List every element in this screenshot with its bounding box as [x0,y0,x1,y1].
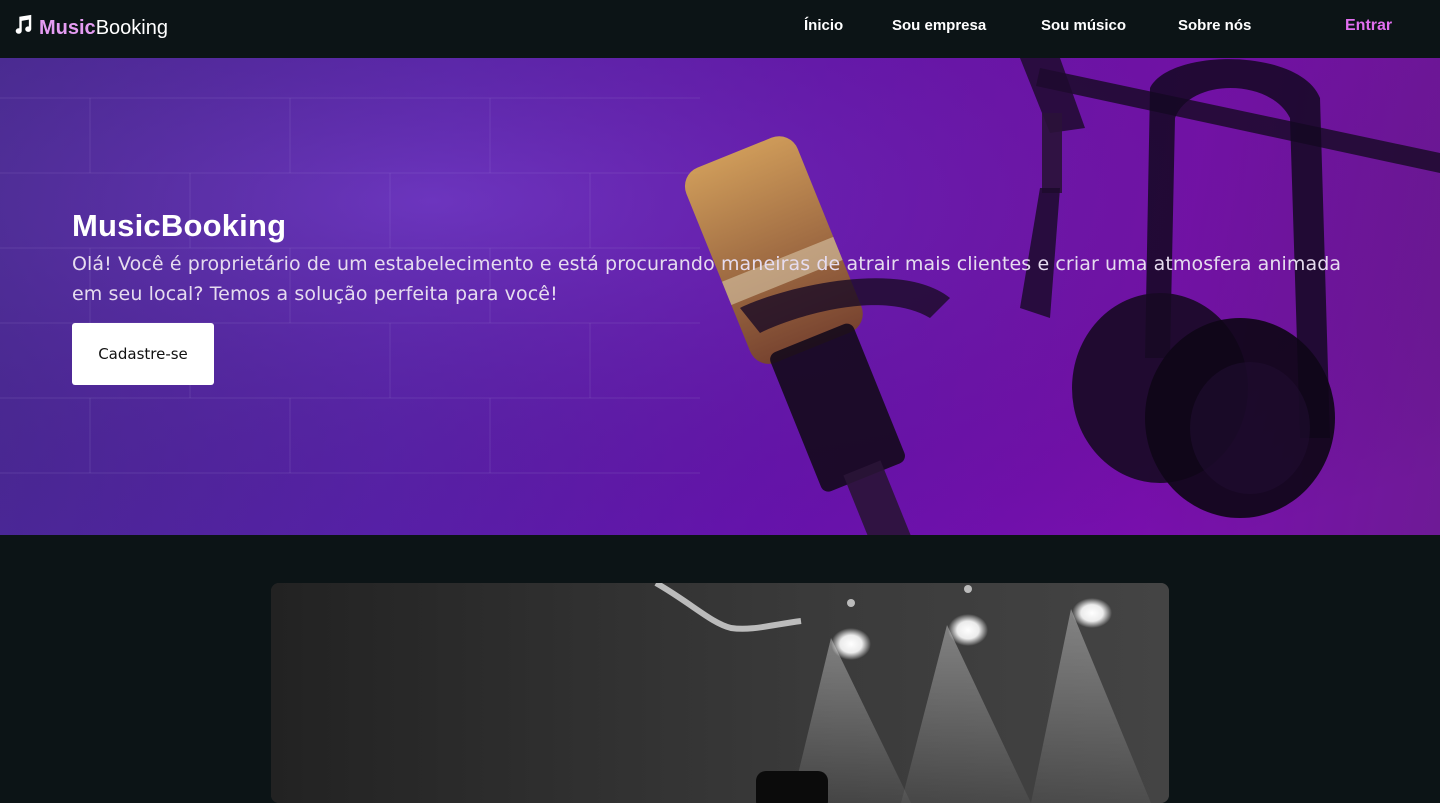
hero-title: MusicBooking [72,208,287,243]
nav-link-sobre-nos[interactable]: Sobre nós [1178,17,1251,34]
navbar: Music Booking Ínicio Sou empresa Sou músi… [0,0,1440,58]
stage-lights-image [271,583,1169,803]
logo-link[interactable]: Music Booking [12,14,168,42]
music-note-icon [12,14,39,42]
logo-text-music: Music [39,16,96,39]
nav-link-sou-musico[interactable]: Sou músico [1041,17,1126,34]
nav-link-sou-empresa[interactable]: Sou empresa [892,17,986,34]
logo-text-booking: Booking [95,16,168,39]
signup-button[interactable]: Cadastre-se [72,323,214,385]
hero-banner: MusicBooking Olá! Você é proprietário de… [0,58,1440,535]
nav-link-inicio[interactable]: Ínicio [804,17,843,34]
hero-description: Olá! Você é proprietário de um estabelec… [72,253,1342,305]
login-link[interactable]: Entrar [1345,17,1392,35]
